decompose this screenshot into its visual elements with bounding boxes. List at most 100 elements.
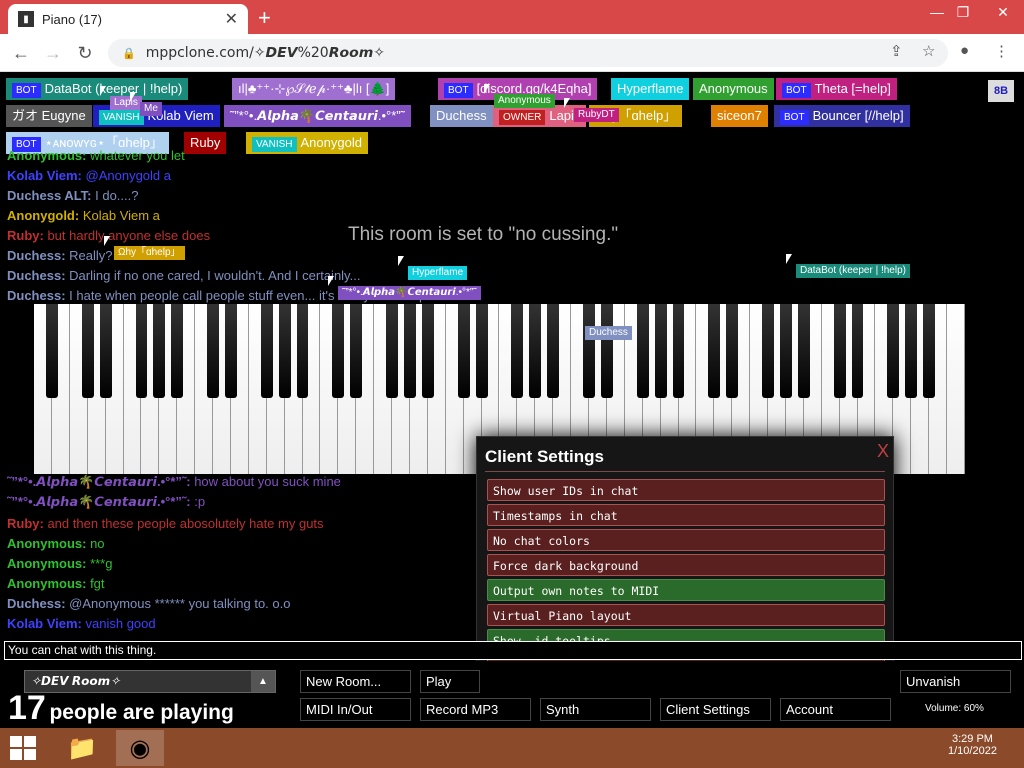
black-key[interactable] <box>851 304 864 398</box>
maximize-icon[interactable]: ❐ <box>946 0 980 24</box>
back-icon[interactable]: ← <box>8 40 34 66</box>
black-key[interactable] <box>905 304 918 398</box>
user-button[interactable]: Anonymous <box>693 78 774 100</box>
setting-toggle[interactable]: Show user IDs in chat <box>487 479 885 501</box>
new-room-button[interactable]: New Room... <box>300 670 411 693</box>
user-button[interactable]: ガオ Eugyne <box>6 105 92 127</box>
profile-icon[interactable]: ● <box>960 42 969 59</box>
black-key[interactable] <box>780 304 792 398</box>
chat-author[interactable]: Anonygold: <box>7 208 83 223</box>
chat-author[interactable]: Duchess ALT: <box>7 188 95 203</box>
black-key[interactable] <box>332 304 345 398</box>
client-settings-button[interactable]: Client Settings <box>660 698 771 721</box>
chat-author[interactable]: Duchess: <box>7 288 69 303</box>
close-window-icon[interactable]: ✕ <box>986 0 1020 24</box>
black-key[interactable] <box>99 304 112 398</box>
user-button[interactable]: BOT Theta [=help] <box>776 78 897 100</box>
user-button[interactable]: Duchess <box>430 105 493 127</box>
chat-author[interactable]: Kolab Viem: <box>7 616 86 631</box>
menu-icon[interactable]: ⋮ <box>994 42 1009 60</box>
close-modal-button[interactable]: X <box>877 441 889 462</box>
black-key[interactable] <box>511 304 524 398</box>
black-key[interactable] <box>45 304 58 398</box>
play-alone-button[interactable]: Play Alone <box>420 670 480 693</box>
user-button[interactable]: ˜”*°•.𝘼𝙡𝙥𝙝𝙖🌴𝘾𝙚𝙣𝙩𝙖𝙪𝙧𝙞.•°*”˜ <box>224 105 411 127</box>
user-button[interactable]: OWNER Lapis <box>493 105 587 127</box>
chat-author[interactable]: Ruby: <box>7 228 47 243</box>
black-key[interactable] <box>654 304 667 398</box>
user-button[interactable]: siceon7 <box>711 105 768 127</box>
chat-author[interactable]: Anonymous: <box>7 556 90 571</box>
black-key[interactable] <box>833 304 846 398</box>
chat-author[interactable]: ˜”*°•.𝘼𝙡𝙥𝙝𝙖🌴𝘾𝙚𝙣𝙩𝙖𝙪𝙧𝙞.•°*”˜: <box>7 494 194 509</box>
account-button[interactable]: Account <box>780 698 891 721</box>
black-key[interactable] <box>636 304 649 398</box>
volume-label[interactable]: Volume: 60% <box>925 703 984 714</box>
black-key[interactable] <box>260 304 273 398</box>
black-key[interactable] <box>457 304 470 398</box>
bookmark-star-icon[interactable]: ☆ <box>922 42 935 60</box>
chat-author[interactable]: Ruby: <box>7 516 47 531</box>
close-tab-icon[interactable]: ✕ <box>225 9 238 29</box>
chat-author[interactable]: Kolab Viem: <box>7 168 86 183</box>
black-key[interactable] <box>601 304 613 398</box>
black-key[interactable] <box>153 304 166 398</box>
windows-start-icon[interactable] <box>10 736 36 760</box>
user-button[interactable]: BOT DataBot (keeper | !help) <box>6 78 189 100</box>
setting-toggle[interactable]: Force dark background <box>487 554 885 576</box>
midi-button[interactable]: MIDI In/Out <box>300 698 411 721</box>
user-button[interactable]: BOT Bouncer [//help] <box>774 105 910 127</box>
synth-button[interactable]: Synth <box>540 698 651 721</box>
unvanish-button[interactable]: Unvanish <box>900 670 1011 693</box>
chat-author[interactable]: Duchess: <box>7 248 69 263</box>
user-button[interactable]: Ruby <box>184 132 227 154</box>
chat-input[interactable]: You can chat with this thing. <box>4 641 1022 660</box>
black-key[interactable] <box>296 304 309 398</box>
user-button[interactable]: Hyperflame <box>611 78 690 100</box>
black-key[interactable] <box>726 304 739 398</box>
reload-icon[interactable]: ↻ <box>72 40 98 66</box>
record-mp3-button[interactable]: Record MP3 <box>420 698 531 721</box>
chat-author[interactable]: Anonymous: <box>7 148 90 163</box>
forward-icon[interactable]: → <box>40 40 66 66</box>
file-explorer-icon[interactable]: 📁 <box>58 730 106 766</box>
black-key[interactable] <box>923 304 936 398</box>
black-key[interactable] <box>171 304 184 398</box>
black-key[interactable] <box>404 304 416 398</box>
user-button[interactable]: VANISH Anonygold <box>246 132 368 154</box>
chevron-up-icon[interactable]: ▲ <box>251 671 275 692</box>
black-key[interactable] <box>672 304 685 398</box>
chrome-icon[interactable]: ◉ <box>116 730 164 766</box>
chat-author[interactable]: Duchess: <box>7 268 69 283</box>
setting-toggle[interactable]: Timestamps in chat <box>487 504 885 526</box>
setting-toggle[interactable]: Virtual Piano layout <box>487 604 885 626</box>
setting-toggle[interactable]: No chat colors <box>487 529 885 551</box>
black-key[interactable] <box>708 304 721 398</box>
black-key[interactable] <box>135 304 148 398</box>
black-key[interactable] <box>547 304 560 398</box>
chat-author[interactable]: Anonymous: <box>7 536 90 551</box>
chat-author[interactable]: Anonymous: <box>7 576 90 591</box>
setting-toggle[interactable]: Output own notes to MIDI <box>487 579 885 601</box>
black-key[interactable] <box>278 304 291 398</box>
black-key[interactable] <box>797 304 810 398</box>
black-key[interactable] <box>207 304 219 398</box>
black-key[interactable] <box>762 304 774 398</box>
black-key[interactable] <box>529 304 542 398</box>
share-icon[interactable]: ⇪ <box>890 42 903 60</box>
black-key[interactable] <box>887 304 900 398</box>
white-key[interactable] <box>947 304 965 474</box>
chat-author[interactable]: ˜”*°•.𝘼𝙡𝙥𝙝𝙖🌴𝘾𝙚𝙣𝙩𝙖𝙪𝙧𝙞.•°*”˜: <box>7 474 194 489</box>
browser-tab[interactable]: ▮ Piano (17) ✕ <box>8 4 248 34</box>
black-key[interactable] <box>386 304 398 398</box>
black-key[interactable] <box>421 304 434 398</box>
black-key[interactable] <box>81 304 94 398</box>
black-key[interactable] <box>350 304 363 398</box>
chat-author[interactable]: Duchess: <box>7 596 69 611</box>
user-button[interactable]: ıl|♣⁺⁺·⊹℘𝒮𝓉ℯ𝓅·⁺⁺♣|lı [🌲] <box>232 78 396 100</box>
address-bar[interactable]: 🔒 mppclone.com/✧𝘿𝙀𝙑%20𝙍𝙤𝙤𝙢✧ <box>108 39 948 67</box>
black-key[interactable] <box>225 304 237 398</box>
new-tab-icon[interactable]: + <box>258 5 271 31</box>
corner-badge[interactable]: 8B <box>988 80 1015 102</box>
black-key[interactable] <box>475 304 488 398</box>
